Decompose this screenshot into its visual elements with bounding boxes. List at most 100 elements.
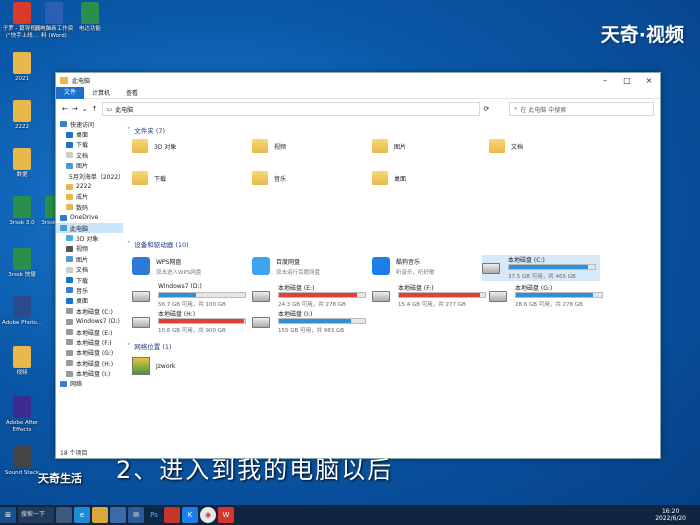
nav-item[interactable]: 3D 对象 [56, 233, 123, 243]
drive-usage-fill [159, 293, 196, 297]
section-devices[interactable]: ˅ 设备和驱动器 (10) [127, 239, 189, 249]
nav-item[interactable]: Windows7 (D:) [56, 316, 123, 326]
nav-item[interactable]: 下载 [56, 140, 123, 150]
desktop-icon[interactable]: Sound Stack [2, 446, 42, 477]
drive-item[interactable]: 本地磁盘 (E:) 24.3 GB 可用，共 278 GB [252, 283, 370, 309]
folder-label: 视频 [274, 143, 287, 151]
drive-free-space: 15.4 GB 可用，共 277 GB [398, 302, 466, 308]
drive-item[interactable]: 本地磁盘 (G:) 28.6 GB 可用，共 278 GB [489, 283, 607, 309]
maximize-button[interactable]: □ [616, 76, 638, 85]
folder-item[interactable]: 文档 [489, 139, 523, 153]
desktop-icon[interactable]: 此电脑新工作资料 (Word) [34, 2, 74, 40]
taskbar-search[interactable]: 搜索一下 [18, 507, 54, 523]
drive-usage-bar [278, 318, 366, 324]
drive-item[interactable]: 本地磁盘 (H:) 10.6 GB 可用，共 900 GB [132, 309, 250, 335]
close-button[interactable]: × [638, 76, 660, 85]
nav-item[interactable]: 2222 [56, 181, 123, 191]
desktop-icon[interactable]: 数据 [2, 148, 42, 179]
wps-icon[interactable]: W [218, 507, 234, 523]
tab-computer[interactable]: 计算机 [84, 88, 118, 97]
chevron-down-icon[interactable]: ⌄ [82, 105, 88, 113]
folder-item[interactable]: 桌面 [372, 171, 406, 185]
nav-item[interactable]: 本地磁盘 (E:) [56, 327, 123, 337]
folder-item[interactable]: 视频 [252, 139, 286, 153]
back-icon[interactable]: ← [62, 105, 68, 113]
network-item[interactable]: Jzwork [132, 357, 175, 375]
nav-item[interactable]: OneDrive [56, 213, 123, 223]
clock[interactable]: 16:20 2022/6/20 [655, 508, 700, 522]
nav-item[interactable]: 本地磁盘 (F:) [56, 337, 123, 347]
mail-icon[interactable]: ✉ [128, 507, 144, 523]
drive-item[interactable]: Windows7 (D:) 56.7 GB 可用，共 100 GB [132, 283, 250, 309]
nav-item[interactable]: 网络 [56, 379, 123, 389]
nav-item[interactable]: 本地磁盘 (I:) [56, 368, 123, 378]
start-button[interactable]: ⊞ [0, 507, 16, 523]
window-title: 此电脑 [72, 77, 91, 85]
edge-icon[interactable]: e [74, 507, 90, 523]
nav-item[interactable]: 音乐 [56, 285, 123, 295]
forward-icon[interactable]: → [72, 105, 78, 113]
drive-item[interactable]: 本地磁盘 (C:) 37.5 GB 可用，共 465 GB [482, 255, 600, 281]
address-row: ← → ⌄ ↑ ▭ 此电脑 ⟳ ⌕ 在 此电脑 中搜索 [56, 99, 660, 119]
nav-item-icon [66, 235, 73, 242]
desktop-icon[interactable]: 2021 [2, 52, 42, 83]
drive-name: Windows7 (D:) [158, 283, 202, 290]
folder-item[interactable]: 3D 对象 [132, 139, 176, 153]
nav-item[interactable]: 文档 [56, 264, 123, 274]
app-icon[interactable] [164, 507, 180, 523]
section-devices-label: 设备和驱动器 (10) [134, 241, 189, 249]
kugou-icon[interactable]: K [182, 507, 198, 523]
refresh-icon[interactable]: ⟳ [484, 105, 490, 113]
task-view-icon[interactable] [56, 507, 72, 523]
nav-item-label: 本地磁盘 (E:) [76, 329, 113, 337]
desktop-icon[interactable]: Adobe Photo... [2, 296, 42, 327]
nav-item-label: 桌面 [76, 298, 89, 306]
desktop-icon[interactable]: 2222 [2, 100, 42, 131]
nav-item[interactable]: 快速访问 [56, 119, 123, 129]
nav-item[interactable]: 文档 [56, 150, 123, 160]
explorer-window: 此电脑 – □ × 文件 计算机 查看 ← → ⌄ ↑ ▭ 此电脑 ⟳ ⌕ 在 … [55, 72, 661, 459]
nav-item[interactable]: 5月刘海单（2022） [56, 171, 124, 181]
drive-item[interactable]: 本地磁盘 (I:) 155 GB 可用，共 983 GB [252, 309, 370, 335]
app-item[interactable]: WPS网盘 双击进入WPS网盘 [132, 257, 201, 276]
nav-item[interactable]: 此电脑 [56, 222, 123, 234]
nav-item[interactable]: 视频 [56, 244, 123, 254]
desktop-icon[interactable]: 3rssk 快捷 [2, 248, 42, 279]
nav-item[interactable]: 成片 [56, 192, 123, 202]
app-item[interactable]: 百度网盘 双击运行百度网盘 [252, 257, 320, 276]
folder-item[interactable]: 音乐 [252, 171, 286, 185]
address-bar[interactable]: ▭ 此电脑 [101, 102, 480, 116]
explorer-icon[interactable] [92, 507, 108, 523]
search-input[interactable]: ⌕ 在 此电脑 中搜索 [509, 102, 654, 116]
nav-item-icon [66, 349, 73, 356]
section-folders[interactable]: ˅ 文件夹 (7) [127, 125, 165, 135]
nav-item[interactable]: 桌面 [56, 296, 123, 306]
photoshop-icon[interactable]: Ps [146, 507, 162, 523]
folder-label: 文档 [511, 143, 524, 151]
up-icon[interactable]: ↑ [92, 105, 98, 113]
store-icon[interactable] [110, 507, 126, 523]
nav-item[interactable]: 图片 [56, 254, 123, 264]
nav-item[interactable]: 数码 [56, 202, 123, 212]
nav-item[interactable]: 本地磁盘 (G:) [56, 348, 123, 358]
chrome-icon[interactable]: ◉ [200, 507, 216, 523]
nav-item[interactable]: 本地磁盘 (C:) [56, 306, 123, 316]
desktop-icon-label: Adobe Photo... [2, 320, 42, 326]
tab-view[interactable]: 查看 [118, 88, 146, 97]
section-network[interactable]: ˅ 网络位置 (1) [127, 341, 172, 351]
desktop-icon[interactable]: 电达功能 [70, 2, 110, 33]
nav-item[interactable]: 图片 [56, 161, 123, 171]
drive-icon [252, 291, 270, 302]
desktop-icon[interactable]: Adobe After Effects [2, 396, 42, 434]
nav-item[interactable]: 下载 [56, 275, 123, 285]
nav-item[interactable]: 本地磁盘 (H:) [56, 358, 123, 368]
desktop-icon[interactable]: 视频 [2, 346, 42, 377]
app-item[interactable]: 酷狗音乐 听音乐，听好歌 [372, 257, 435, 276]
folder-item[interactable]: 下载 [132, 171, 166, 185]
minimize-button[interactable]: – [594, 76, 616, 85]
tab-file[interactable]: 文件 [56, 86, 85, 99]
folder-item[interactable]: 图片 [372, 139, 406, 153]
drive-item[interactable]: 本地磁盘 (F:) 15.4 GB 可用，共 277 GB [372, 283, 490, 309]
nav-item-label: 成片 [76, 194, 89, 202]
nav-item[interactable]: 桌面 [56, 129, 123, 139]
